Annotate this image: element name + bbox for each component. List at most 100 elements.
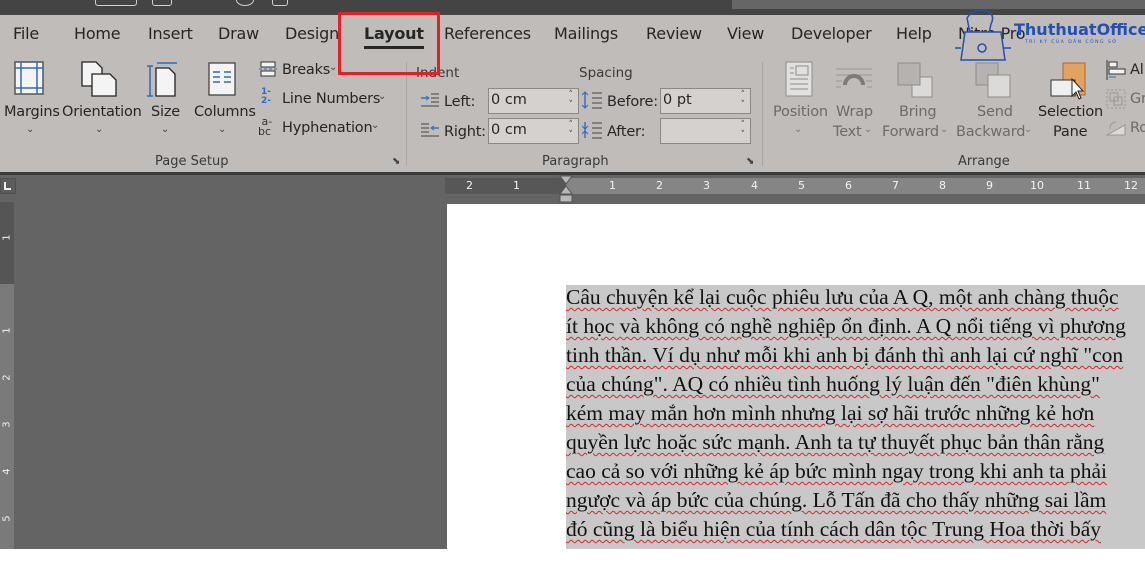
columns-icon [208, 62, 236, 96]
document-line: Câu chuyện kể lại cuộc phiêu lưu của A Q… [566, 285, 1119, 309]
indent-right-value: 0 cm [491, 122, 527, 138]
hruler-label: 3 [703, 179, 710, 192]
document-line: quyền lực hoặc sức mạnh. Anh ta tự thuyế… [566, 430, 1105, 454]
page-setup-dialog-launcher-icon[interactable]: ⬊ [392, 156, 400, 167]
spinner-arrows-icon[interactable]: ˄ ˅ [741, 120, 746, 140]
chevron-down-icon: ⌄ [371, 120, 380, 131]
hruler-label: 2 [656, 179, 663, 192]
group-label: Gr [1130, 91, 1145, 107]
spacing-before-label: Before: [607, 94, 658, 110]
spacing-after-input[interactable]: ˄ ˅ [660, 118, 751, 144]
hruler-label: 12 [1124, 179, 1138, 192]
watermark-tagline: TRI KỶ CỦA DÂN CÔNG SỞ [1025, 40, 1118, 45]
hruler-label: 8 [939, 179, 946, 192]
hruler-label: 2 [466, 179, 473, 192]
paragraph-group-label: Paragraph [542, 154, 609, 169]
hruler-label: 1 [513, 179, 520, 192]
send-backward-label-2: Backward [956, 124, 1026, 140]
tab-mailings[interactable]: Mailings [554, 24, 618, 43]
chevron-down-icon: ⌄ [95, 124, 104, 135]
hruler-label: 9 [986, 179, 993, 192]
spacing-after-label: After: [607, 124, 646, 140]
tab-references[interactable]: References [444, 24, 531, 43]
send-backward-label-1: Send [977, 104, 1013, 120]
tab-developer[interactable]: Developer [791, 24, 872, 43]
indent-left-input[interactable]: 0 cm ˄ ˅ [488, 88, 579, 114]
quick-access-item[interactable] [95, 0, 137, 6]
breaks-icon [259, 61, 277, 77]
orientation-label: Orientation [62, 104, 142, 120]
position-icon [785, 61, 813, 97]
vruler-label: 4 [1, 468, 13, 475]
indent-right-input[interactable]: 0 cm ˄ ˅ [488, 118, 579, 144]
selected-text-block[interactable]: Câu chuyện kể lại cuộc phiêu lưu của A Q… [566, 285, 1145, 549]
wrap-text-label-2: Text [833, 124, 862, 140]
selection-pane-label-1: Selection [1038, 104, 1104, 120]
watermark-brand: ThuthuatOffice [1014, 20, 1145, 39]
paragraph-dialog-launcher-icon[interactable]: ⬊ [746, 156, 754, 167]
indent-left-value: 0 cm [491, 92, 527, 108]
group-separator [762, 62, 763, 166]
chevron-down-icon: ⌄ [864, 124, 873, 135]
align-label: Al [1130, 62, 1144, 78]
bring-forward-label-1: Bring [899, 104, 937, 120]
chevron-down-icon: ⌄ [161, 124, 170, 135]
tab-review[interactable]: Review [646, 24, 702, 43]
tab-home[interactable]: Home [74, 24, 121, 43]
tab-file[interactable]: File [13, 24, 39, 43]
spinner-arrows-icon[interactable]: ˄ ˅ [741, 90, 746, 110]
chevron-down-icon: ⌄ [940, 124, 949, 135]
spacing-heading: Spacing [579, 65, 633, 81]
indent-marker-handle[interactable] [559, 175, 573, 203]
hruler-label: 5 [798, 179, 805, 192]
bring-forward-icon [897, 62, 933, 98]
search-box[interactable] [732, 0, 1145, 9]
position-label: Position [773, 104, 828, 120]
group-icon [1106, 89, 1126, 109]
quick-access-table-icon[interactable] [152, 0, 172, 6]
wrap-text-label-1: Wrap [836, 104, 873, 120]
tab-design[interactable]: Design [285, 24, 339, 43]
margins-label: Margins [4, 104, 60, 120]
indent-left-icon [421, 93, 439, 107]
document-line: kém may mắn hơn mình nhưng lại sợ hãi tr… [566, 401, 1095, 425]
rotate-icon [1106, 121, 1126, 136]
hruler-label: 10 [1030, 179, 1044, 192]
horizontal-ruler-margin [445, 178, 566, 194]
spinner-arrows-icon[interactable]: ˄ ˅ [569, 120, 574, 140]
spinner-arrows-icon[interactable]: ˄ ˅ [569, 90, 574, 110]
vertical-ruler-margin [0, 202, 14, 284]
layout-tab-highlight [338, 12, 440, 75]
tab-view[interactable]: View [727, 24, 764, 43]
size-label: Size [151, 104, 180, 120]
vertical-ruler[interactable]: 1 1 2 3 4 5 [0, 202, 14, 549]
document-line: của chúng". AQ có nhiều tình huống lý lu… [566, 372, 1100, 396]
orientation-icon [81, 61, 117, 97]
tab-help[interactable]: Help [896, 24, 932, 43]
tab-insert[interactable]: Insert [148, 24, 193, 43]
horizontal-ruler[interactable]: 2 1 1 2 3 4 5 6 7 8 9 10 11 12 [445, 178, 1145, 194]
arrange-group-label: Arrange [958, 154, 1010, 169]
hruler-label: 6 [845, 179, 852, 192]
spacing-before-icon [582, 91, 602, 109]
quick-access-circle-icon[interactable] [236, 0, 254, 6]
ribbon-layout-panel: Margins ⌄ Orientation ⌄ Size ⌄ Columns ⌄… [0, 55, 1145, 172]
wrap-text-icon [836, 68, 872, 88]
bring-forward-label-2: Forward [882, 124, 939, 140]
line-numbers-label: Line Numbers [282, 91, 381, 107]
chevron-down-icon: ⌄ [218, 124, 227, 135]
bottom-margin [0, 549, 1145, 571]
document-line: ngược và áp bức của chúng. Lỗ Tấn đã cho… [566, 488, 1107, 512]
spacing-before-value: 0 pt [663, 92, 692, 108]
chevron-down-icon: ⌄ [378, 91, 387, 102]
tab-draw[interactable]: Draw [218, 24, 259, 43]
chevron-down-icon: ⌄ [26, 124, 35, 135]
page-setup-group-label: Page Setup [155, 154, 229, 169]
quick-access-layout-icon[interactable] [272, 0, 288, 6]
thuthuatoffice-mascot-icon [955, 9, 1011, 61]
hyphenation-icon: a-bc [258, 115, 273, 138]
hyphenation-label: Hyphenation [282, 120, 373, 136]
spacing-before-input[interactable]: 0 pt ˄ ˅ [660, 88, 751, 114]
chevron-down-icon: ⌄ [329, 62, 338, 73]
tab-selector-button[interactable] [0, 178, 16, 194]
